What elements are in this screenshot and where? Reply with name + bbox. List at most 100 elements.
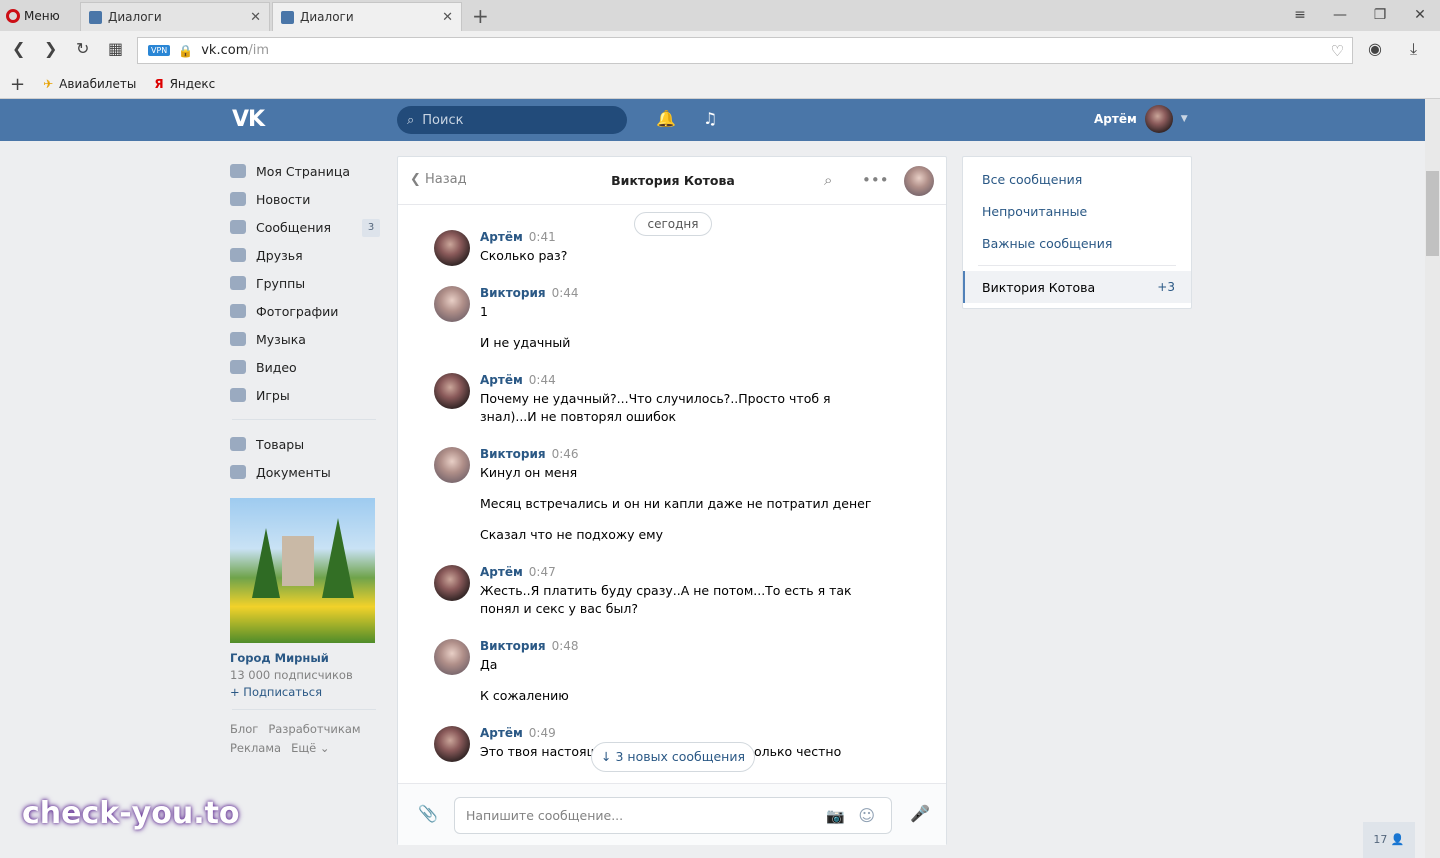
user-name: Артём (1094, 112, 1137, 126)
message-text: олько честно (754, 744, 842, 759)
vpn-status-icon[interactable]: ◉ (1368, 39, 1382, 58)
forward-icon[interactable]: ❯ (44, 39, 57, 58)
message-author[interactable]: Артём 0:49 (480, 726, 556, 740)
footer-link-more[interactable]: Ещё ⌄ (291, 741, 329, 755)
more-icon[interactable]: ••• (862, 171, 889, 189)
message-time: 0:48 (551, 639, 579, 653)
emoji-icon[interactable]: ☺ (858, 806, 875, 825)
online-friends-counter[interactable]: 17 👤 (1363, 822, 1415, 858)
tab-menu-icon[interactable]: ≡ (1280, 0, 1320, 30)
message-author[interactable]: Виктория 0:46 (480, 447, 579, 461)
scrollbar-thumb[interactable] (1426, 171, 1439, 256)
bookmark-label: Яндекс (169, 77, 216, 91)
message-input-placeholder: Напишите сообщение... (466, 808, 624, 823)
avatar[interactable] (434, 639, 470, 675)
vk-logo[interactable]: VK (232, 107, 265, 132)
sidebar-item-games[interactable]: Игры (230, 381, 380, 409)
search-icon[interactable]: ⌕ (824, 171, 832, 189)
message-input[interactable]: Напишите сообщение... 📷 ☺ (454, 797, 892, 834)
avatar[interactable] (434, 447, 470, 483)
new-messages-button[interactable]: ↓ 3 новых сообщения (591, 742, 755, 772)
sidebar-item-groups[interactable]: Группы (230, 269, 380, 297)
active-conversation-item[interactable]: Виктория Котова +3 (963, 271, 1191, 303)
address-bar[interactable]: VPN 🔒 vk.com/im ♡ (137, 37, 1353, 64)
unread-count: +3 (1157, 280, 1175, 294)
unread-badge: 3 (362, 219, 380, 237)
close-tab-icon[interactable]: ✕ (442, 10, 453, 25)
message-text: Жесть..Я платить буду сразу..А не потом.… (480, 583, 852, 616)
sidebar-item-photos[interactable]: Фотографии (230, 297, 380, 325)
ad-subscribe-link[interactable]: + Подписаться (230, 685, 380, 699)
footer-link-dev[interactable]: Разработчикам (268, 722, 360, 736)
tab-dialogs-1[interactable]: Диалоги ✕ (80, 2, 270, 31)
new-tab-icon[interactable]: + (472, 4, 489, 28)
bookmark-avia[interactable]: ✈ Авиабилеты (43, 77, 136, 91)
avatar[interactable] (434, 286, 470, 322)
minimize-icon[interactable]: — (1320, 0, 1360, 30)
camera-icon[interactable]: 📷 (826, 807, 845, 825)
message-time: 0:41 (528, 230, 556, 244)
filter-important[interactable]: Важные сообщения (963, 227, 1191, 259)
chat-header: ❮ Назад Виктория Котова ⌕ ••• (398, 157, 946, 205)
film-icon (230, 360, 246, 374)
peer-avatar[interactable] (904, 166, 934, 196)
tab-dialogs-2[interactable]: Диалоги ✕ (272, 2, 462, 31)
sidebar-item-news[interactable]: Новости (230, 185, 380, 213)
restore-icon[interactable]: ❐ (1360, 0, 1400, 30)
footer-link-blog[interactable]: Блог (230, 722, 258, 736)
message-author[interactable]: Артём 0:41 (480, 230, 556, 244)
vk-favicon-icon (89, 10, 102, 24)
avatar[interactable] (434, 565, 470, 601)
close-window-icon[interactable]: ✕ (1400, 0, 1440, 30)
sidebar-item-music[interactable]: Музыка (230, 325, 380, 353)
avatar[interactable] (434, 230, 470, 266)
sidebar-item-market[interactable]: Товары (230, 430, 380, 458)
avatar[interactable] (434, 726, 470, 762)
reload-icon[interactable]: ↻ (76, 39, 89, 58)
user-menu[interactable]: Артём ▼ (1094, 105, 1188, 133)
sidebar-item-video[interactable]: Видео (230, 353, 380, 381)
notifications-bell-icon[interactable]: 🔔 (656, 109, 676, 128)
message-composer: 📎 Напишите сообщение... 📷 ☺ 🎤 (398, 783, 946, 845)
ad-title[interactable]: Город Мирный (230, 651, 380, 665)
music-icon[interactable]: ♫ (703, 109, 717, 128)
sidebar-item-messages[interactable]: Сообщения 3 (230, 213, 380, 241)
filter-all-messages[interactable]: Все сообщения (963, 163, 1191, 195)
news-icon (230, 192, 246, 206)
vpn-badge[interactable]: VPN (148, 45, 171, 56)
message-history[interactable]: сегодня Артём 0:41 Сколько раз? Виктория 0… (398, 206, 948, 782)
ad-image[interactable] (230, 498, 375, 643)
avatar[interactable] (434, 373, 470, 409)
download-icon[interactable]: ⤓ (1410, 39, 1417, 59)
microphone-icon[interactable]: 🎤 (910, 804, 930, 823)
sidebar-item-label: Товары (256, 436, 305, 452)
opera-menu-button[interactable]: Меню (6, 6, 60, 26)
sidebar-item-friends[interactable]: Друзья (230, 241, 380, 269)
message-author[interactable]: Виктория 0:44 (480, 286, 579, 300)
bookmark-label: Авиабилеты (59, 77, 137, 91)
sidebar-item-my-page[interactable]: Моя Страница (230, 157, 380, 185)
sidebar-item-documents[interactable]: Документы (230, 458, 380, 486)
message-author[interactable]: Артём 0:44 (480, 373, 556, 387)
url-text[interactable]: vk.com/im (201, 43, 269, 58)
search-input[interactable]: ⌕ Поиск (397, 106, 627, 134)
home-icon (230, 164, 246, 178)
speed-dial-icon[interactable]: ▦ (108, 39, 123, 58)
add-bookmark-icon[interactable]: + (10, 74, 25, 95)
close-tab-icon[interactable]: ✕ (250, 10, 261, 25)
back-icon[interactable]: ❮ (12, 39, 25, 58)
message-text: К сожалению (480, 688, 569, 703)
chevron-down-icon: ▼ (1180, 114, 1188, 124)
message-author[interactable]: Артём 0:47 (480, 565, 556, 579)
filter-unread[interactable]: Непрочитанные (963, 195, 1191, 227)
chat-panel: ❮ Назад Виктория Котова ⌕ ••• сегодня Ар… (397, 156, 947, 845)
message-author[interactable]: Виктория 0:48 (480, 639, 579, 653)
bookmark-heart-icon[interactable]: ♡ (1331, 42, 1344, 60)
message-time: 0:47 (528, 565, 556, 579)
left-sidebar: Моя Страница Новости Сообщения 3 Друзья Г… (230, 157, 380, 758)
bookmark-yandex[interactable]: Я Яндекс (154, 77, 215, 91)
paperclip-icon[interactable]: 📎 (418, 804, 438, 823)
lock-icon[interactable]: 🔒 (178, 44, 193, 58)
footer-link-ads[interactable]: Реклама (230, 741, 281, 755)
avatar (1144, 105, 1173, 133)
